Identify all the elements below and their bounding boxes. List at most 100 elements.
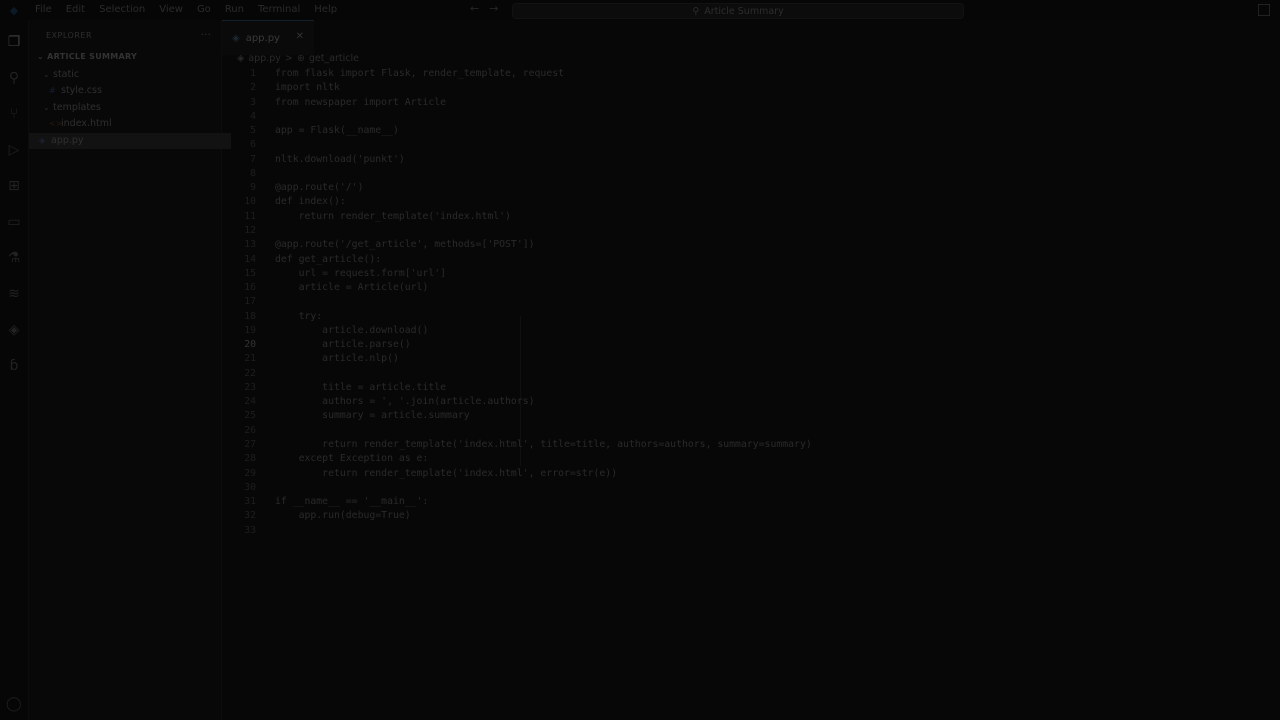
line-number: 20 [244, 339, 256, 351]
code-line[interactable]: 33 [222, 524, 1280, 538]
code-line[interactable]: 22 [222, 367, 1280, 381]
code-line[interactable]: 10 def index(): [222, 195, 1280, 209]
code-line[interactable]: 27 return render_template('index.html', … [222, 438, 1280, 452]
code-line[interactable]: 17 [222, 295, 1280, 309]
search-icon: ⚲ [692, 5, 700, 17]
code-line[interactable]: 14 def get_article(): [222, 253, 1280, 267]
menu-view[interactable]: View [152, 0, 190, 20]
line-number: 30 [244, 481, 256, 493]
line-number: 23 [244, 381, 256, 393]
code-line[interactable]: 7 nltk.download('punkt') [222, 153, 1280, 167]
breadcrumb: ◈ app.py > ⊛ get_article [237, 52, 359, 66]
chevron-down-icon: ⌄ [37, 52, 45, 61]
back-arrow-icon[interactable]: ← [470, 2, 479, 15]
tree-item-label: index.html [61, 118, 112, 129]
code-line[interactable]: 24 authors = ', '.join(article.authors) [222, 395, 1280, 409]
menu-terminal[interactable]: Terminal [251, 0, 307, 20]
code-line[interactable]: 15 url = request.form['url'] [222, 267, 1280, 281]
tree-item-label: style.css [61, 85, 102, 96]
close-icon[interactable]: ✕ [296, 31, 304, 42]
tree-item-app-py[interactable]: ◈ app.py [29, 133, 231, 149]
code-line[interactable]: 16 article = Article(url) [222, 281, 1280, 295]
line-number: 27 [244, 439, 256, 451]
code-line[interactable]: 9 @app.route('/') [222, 181, 1280, 195]
account-icon[interactable]: ◯ [6, 696, 22, 712]
line-number: 5 [250, 125, 256, 137]
code-line[interactable]: 29 return render_template('index.html', … [222, 467, 1280, 481]
code-editor[interactable]: 1 from flask import Flask, render_templat… [222, 66, 1280, 720]
code-line[interactable]: 26 [222, 424, 1280, 438]
code-line[interactable]: 5 app = Flask(__name__) [222, 124, 1280, 138]
line-number: 33 [244, 524, 256, 536]
line-number: 13 [244, 239, 256, 251]
docker-icon[interactable]: ≋ [4, 284, 24, 304]
workspace-section-header[interactable]: ⌄ ARTICLE SUMMARY [37, 52, 137, 61]
menu-selection[interactable]: Selection [92, 0, 152, 20]
extension-b-icon[interactable]: ɓ [4, 356, 24, 376]
more-actions-icon[interactable]: ··· [201, 28, 212, 41]
code-line[interactable]: 30 [222, 481, 1280, 495]
code-line[interactable]: 4 [222, 110, 1280, 124]
code-text: nltk.download('punkt') [275, 153, 405, 165]
code-line[interactable]: 20 article.parse() [222, 338, 1280, 352]
line-number: 9 [250, 182, 256, 194]
forward-arrow-icon[interactable]: → [489, 2, 498, 15]
code-line[interactable]: 32 app.run(debug=True) [222, 509, 1280, 523]
code-line[interactable]: 12 [222, 224, 1280, 238]
code-line[interactable]: 23 title = article.title [222, 381, 1280, 395]
tree-item-label: templates [53, 102, 101, 113]
breadcrumb-file[interactable]: app.py [248, 52, 281, 66]
code-line[interactable]: 28 except Exception as e: [222, 452, 1280, 466]
toggle-layout-icon[interactable] [1258, 4, 1270, 16]
tab-app-py[interactable]: ◈ app.py ✕ [222, 20, 314, 55]
python-icon[interactable]: ◈ [4, 320, 24, 340]
python-file-icon: ◈ [39, 136, 46, 145]
code-text: def index(): [275, 196, 346, 208]
code-text: title = article.title [275, 381, 447, 393]
explorer-title: EXPLORER [46, 31, 92, 40]
code-line[interactable]: 13 @app.route('/get_article', methods=['P… [222, 238, 1280, 252]
tree-item-templates[interactable]: ⌄ templates [29, 100, 235, 116]
vscode-logo-icon: ◆ [9, 3, 19, 17]
menu-run[interactable]: Run [218, 0, 251, 20]
tree-item-label: static [53, 69, 80, 80]
command-center-search[interactable]: ⚲ Article Summary [512, 3, 964, 19]
html-file-icon: <> [49, 119, 63, 128]
code-text: return render_template('index.html', err… [275, 467, 618, 479]
code-line[interactable]: 31 if __name__ == '__main__': [222, 495, 1280, 509]
explorer-sidebar: EXPLORER ··· ⌄ ARTICLE SUMMARY ⌄ static #… [29, 20, 231, 720]
search-icon[interactable]: ⚲ [4, 68, 24, 88]
code-text: import nltk [275, 82, 340, 94]
breadcrumb-symbol[interactable]: get_article [309, 52, 359, 66]
menu-go[interactable]: Go [190, 0, 218, 20]
code-line[interactable]: 11 return render_template('index.html') [222, 210, 1280, 224]
code-text: url = request.form['url'] [275, 267, 447, 279]
code-line[interactable]: 19 article.download() [222, 324, 1280, 338]
extensions-icon[interactable]: ⊞ [4, 176, 24, 196]
code-text: def get_article(): [275, 253, 382, 265]
tree-item-index-html[interactable]: <>index.html [29, 116, 241, 132]
activity-bar: ❐ ⚲ ⑂ ▷ ⊞ ▭ ⚗ ≋ ◈ ɓ ◯ [0, 20, 29, 720]
code-line[interactable]: 1 from flask import Flask, render_templat… [222, 67, 1280, 81]
menu-file[interactable]: File [28, 0, 59, 20]
testing-flask-icon[interactable]: ⚗ [4, 248, 24, 268]
remote-explorer-icon[interactable]: ▭ [4, 212, 24, 232]
source-control-icon[interactable]: ⑂ [4, 104, 24, 124]
code-line[interactable]: 21 article.nlp() [222, 352, 1280, 366]
menu-help[interactable]: Help [307, 0, 344, 20]
code-line[interactable]: 18 try: [222, 310, 1280, 324]
run-debug-icon[interactable]: ▷ [4, 140, 24, 160]
code-line[interactable]: 8 [222, 167, 1280, 181]
code-line[interactable]: 25 summary = article.summary [222, 409, 1280, 423]
function-symbol-icon: ⊛ [296, 53, 305, 64]
explorer-files-icon[interactable]: ❐ [4, 32, 24, 52]
code-line[interactable]: 2 import nltk [222, 81, 1280, 95]
tree-item-style-css[interactable]: # style.css [29, 83, 241, 99]
menu-edit[interactable]: Edit [59, 0, 92, 20]
tree-item-static[interactable]: ⌄ static [29, 67, 235, 83]
command-center-label: Article Summary [704, 5, 784, 17]
code-line[interactable]: 6 [222, 138, 1280, 152]
code-line[interactable]: 3 from newspaper import Article [222, 96, 1280, 110]
workspace-name: ARTICLE SUMMARY [47, 52, 138, 61]
line-number: 19 [244, 324, 256, 336]
